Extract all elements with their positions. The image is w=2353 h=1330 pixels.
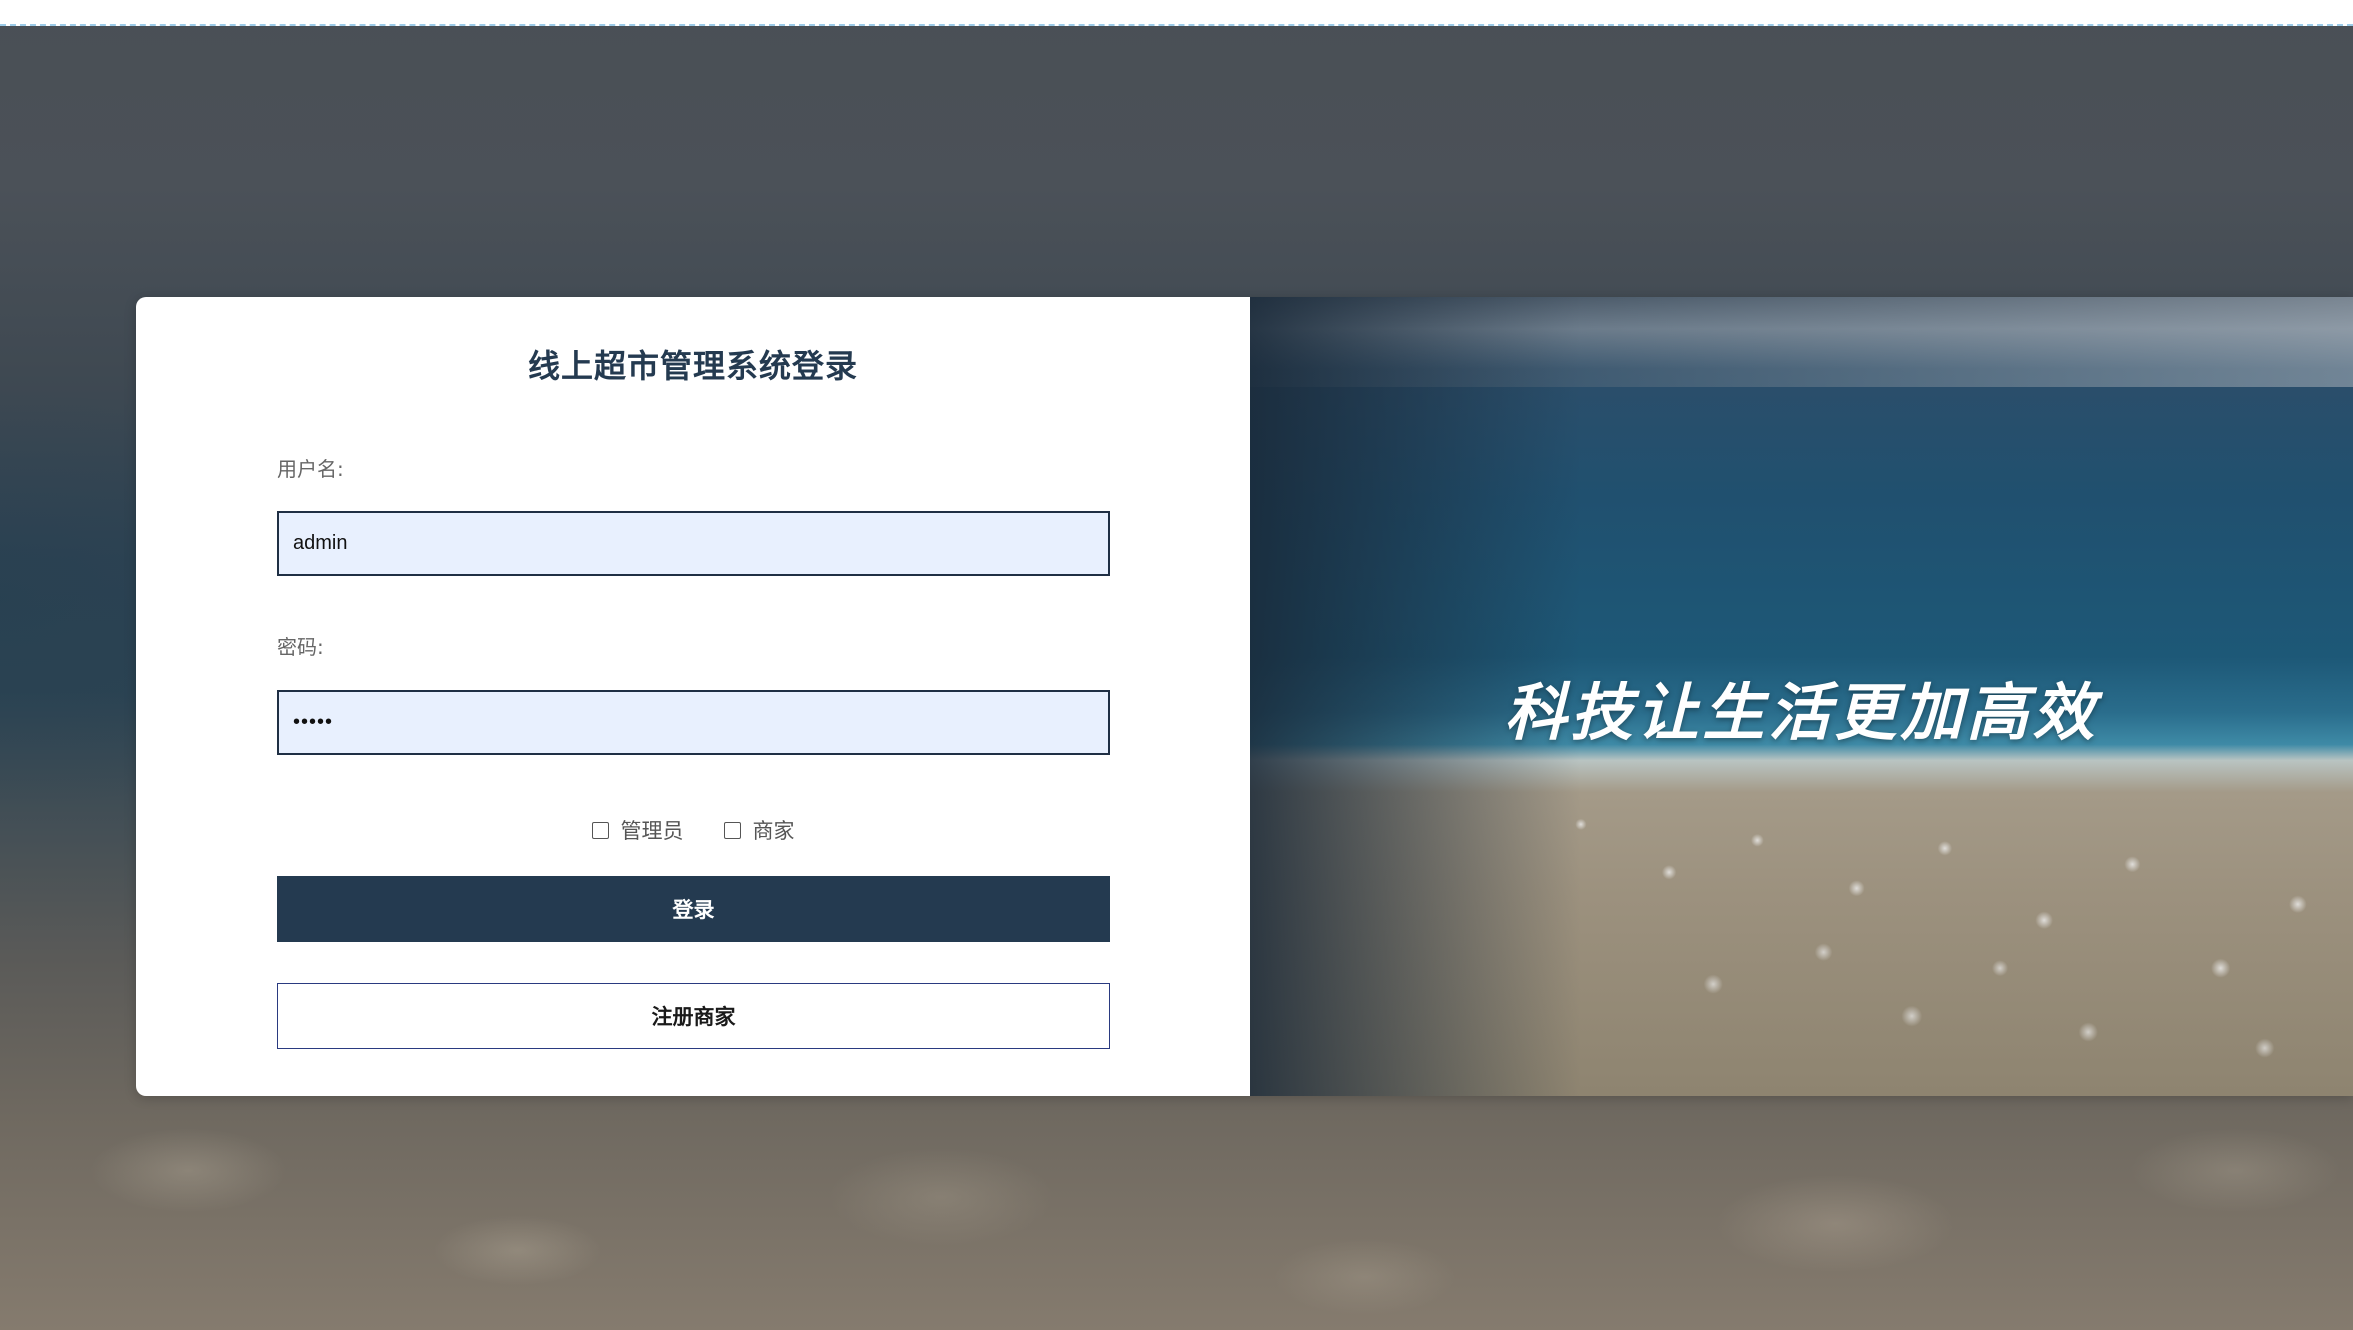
banner-slogan: 科技让生活更加高效 xyxy=(1504,676,2099,749)
role-option-merchant[interactable]: 商家 xyxy=(723,815,795,845)
role-selector: 管理员 商家 xyxy=(136,815,1250,845)
banner-image-panel: 科技让生活更加高效 xyxy=(1250,297,2353,1096)
username-label: 用户名: xyxy=(277,457,344,481)
page-title: 线上超市管理系统登录 xyxy=(527,347,858,385)
checkbox-icon[interactable] xyxy=(723,821,741,839)
login-page: 线上超市管理系统登录 用户名: 密码: 管理员 商家 登录 注册商家 科技让生活… xyxy=(0,0,2353,1330)
role-option-admin[interactable]: 管理员 xyxy=(591,815,684,845)
password-label: 密码: xyxy=(277,635,324,659)
login-button[interactable]: 登录 xyxy=(277,876,1110,942)
password-input[interactable] xyxy=(277,690,1110,755)
role-label-admin: 管理员 xyxy=(620,819,684,843)
login-card: 线上超市管理系统登录 用户名: 密码: 管理员 商家 登录 注册商家 科技让生活… xyxy=(136,297,2353,1096)
login-form-panel: 线上超市管理系统登录 用户名: 密码: 管理员 商家 登录 注册商家 xyxy=(136,297,1250,1096)
checkbox-icon[interactable] xyxy=(591,821,609,839)
role-label-merchant: 商家 xyxy=(752,819,795,843)
register-merchant-button[interactable]: 注册商家 xyxy=(277,983,1110,1049)
top-strip xyxy=(0,0,2353,26)
username-input[interactable] xyxy=(277,511,1110,576)
